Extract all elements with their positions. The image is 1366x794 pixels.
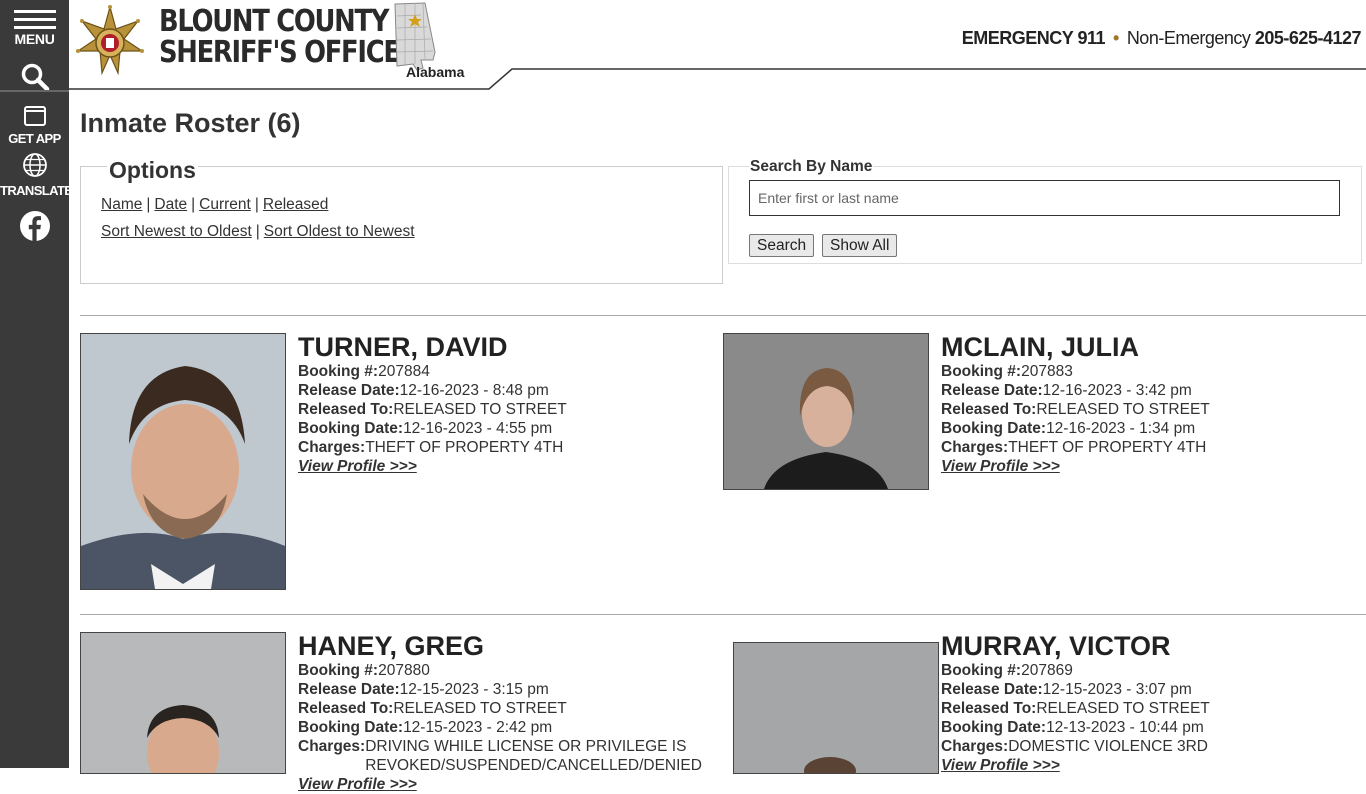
inmate-info: TURNER, DAVID Booking #:207884 Release D… bbox=[298, 333, 567, 476]
charges-row: Charges:THEFT OF PROPERTY 4TH bbox=[941, 439, 1207, 456]
phone-icon bbox=[23, 106, 46, 126]
search-icon bbox=[21, 63, 50, 92]
options-legend: Options bbox=[107, 157, 198, 184]
search-legend: Search By Name bbox=[749, 158, 874, 176]
site-title-line2: SHERIFF'S OFFICE bbox=[159, 35, 401, 70]
booking-date-row: Booking Date:12-16-2023 - 1:34 pm bbox=[941, 420, 1196, 437]
sidebar: MENU GET APP TRANSLATE bbox=[0, 0, 73, 768]
charges-row: Charges: DRIVING WHILE LICENSE OR PRIVILE… bbox=[298, 738, 702, 774]
non-emergency-number[interactable]: 205-625-4127 bbox=[1255, 28, 1362, 48]
menu-label: MENU bbox=[14, 31, 55, 47]
get-app-label: GET APP bbox=[8, 131, 61, 146]
release-date-row: Release Date:12-15-2023 - 3:15 pm bbox=[298, 681, 549, 698]
booking-number-row: Booking #:207880 bbox=[298, 662, 430, 679]
divider bbox=[80, 315, 1366, 316]
facebook-link[interactable] bbox=[0, 210, 69, 247]
release-date-row: Release Date:12-16-2023 - 3:42 pm bbox=[941, 382, 1192, 399]
link-separator: | bbox=[254, 196, 259, 213]
name-search-input[interactable] bbox=[749, 180, 1340, 216]
booking-number-row: Booking #:207884 bbox=[298, 363, 430, 380]
search-panel: Search By Name Search Show All bbox=[728, 158, 1362, 264]
inmate-photo[interactable] bbox=[80, 333, 286, 590]
inmate-info: MCLAIN, JULIA Booking #:207883 Release D… bbox=[941, 333, 1210, 476]
inmate-name: TURNER, DAVID bbox=[298, 332, 508, 362]
view-profile-link[interactable]: View Profile >>> bbox=[298, 775, 695, 794]
divider bbox=[80, 614, 1366, 615]
link-separator: | bbox=[146, 196, 151, 213]
inmate-name: MURRAY, VICTOR bbox=[941, 631, 1171, 661]
charges-row: Charges:DOMESTIC VIOLENCE 3RD bbox=[941, 738, 1208, 755]
sheriff-badge-logo bbox=[74, 4, 146, 82]
emergency-number[interactable]: EMERGENCY 911 bbox=[962, 28, 1106, 48]
view-profile-link[interactable]: View Profile >>> bbox=[941, 457, 1210, 476]
filter-name-link[interactable]: Name bbox=[101, 196, 142, 213]
facebook-icon bbox=[19, 211, 50, 241]
inmate-info: HANEY, GREG Booking #:207880 Release Dat… bbox=[298, 631, 702, 794]
site-header: BLOUNT COUNTY SHERIFF'S OFFICE Alabama E… bbox=[69, 0, 1366, 90]
menu-button[interactable]: MENU bbox=[0, 0, 69, 58]
released-to-row: Released To:RELEASED TO STREET bbox=[298, 401, 567, 418]
booking-number-row: Booking #:207869 bbox=[941, 662, 1073, 679]
filter-links: Name | Date | Current | Released bbox=[101, 196, 328, 214]
inmate-name: HANEY, GREG bbox=[298, 631, 485, 661]
view-profile-link[interactable]: View Profile >>> bbox=[941, 756, 1210, 775]
booking-number-row: Booking #:207883 bbox=[941, 363, 1073, 380]
show-all-button[interactable]: Show All bbox=[822, 234, 898, 257]
state-label: Alabama bbox=[406, 64, 465, 80]
translate-button[interactable]: TRANSLATE bbox=[0, 152, 73, 198]
charges-row: Charges:THEFT OF PROPERTY 4TH bbox=[298, 439, 564, 456]
release-date-row: Release Date:12-16-2023 - 8:48 pm bbox=[298, 382, 549, 399]
contact-info: EMERGENCY 911 • Non-Emergency 205-625-4127 bbox=[962, 28, 1362, 49]
search-button[interactable]: Search bbox=[749, 234, 815, 257]
booking-date-row: Booking Date:12-16-2023 - 4:55 pm bbox=[298, 420, 553, 437]
released-to-row: Released To:RELEASED TO STREET bbox=[941, 700, 1210, 717]
inmate-photo[interactable] bbox=[723, 333, 929, 490]
site-title-line1: BLOUNT COUNTY bbox=[159, 4, 389, 39]
view-profile-link[interactable]: View Profile >>> bbox=[298, 457, 567, 476]
sort-links: Sort Newest to Oldest | Sort Oldest to New… bbox=[101, 223, 415, 241]
site-title[interactable]: BLOUNT COUNTY SHERIFF'S OFFICE bbox=[159, 4, 401, 70]
globe-icon bbox=[22, 153, 47, 177]
filter-current-link[interactable]: Current bbox=[199, 196, 251, 213]
link-separator: | bbox=[255, 223, 260, 240]
inmate-name: MCLAIN, JULIA bbox=[941, 332, 1139, 362]
sort-newest-link[interactable]: Sort Newest to Oldest bbox=[101, 223, 252, 240]
non-emergency-label: Non-Emergency bbox=[1126, 28, 1251, 48]
released-to-row: Released To:RELEASED TO STREET bbox=[298, 700, 567, 717]
released-to-row: Released To:RELEASED TO STREET bbox=[941, 401, 1210, 418]
sidebar-divider bbox=[0, 90, 69, 92]
inmate-photo[interactable] bbox=[80, 632, 286, 774]
filter-date-link[interactable]: Date bbox=[154, 196, 187, 213]
separator-dot: • bbox=[1113, 28, 1119, 48]
page-title: Inmate Roster (6) bbox=[80, 108, 301, 138]
search-button[interactable] bbox=[0, 58, 69, 92]
get-app-button[interactable]: GET APP bbox=[0, 106, 69, 146]
booking-date-row: Booking Date:12-15-2023 - 2:42 pm bbox=[298, 719, 553, 736]
options-panel: Options Name | Date | Current | Released Sort … bbox=[80, 157, 723, 284]
release-date-row: Release Date:12-15-2023 - 3:07 pm bbox=[941, 681, 1192, 698]
inmate-photo[interactable] bbox=[733, 642, 939, 774]
sort-oldest-link[interactable]: Sort Oldest to Newest bbox=[264, 223, 415, 240]
translate-label: TRANSLATE bbox=[0, 183, 73, 198]
link-separator: | bbox=[191, 196, 196, 213]
booking-date-row: Booking Date:12-13-2023 - 10:44 pm bbox=[941, 719, 1204, 736]
inmate-info: MURRAY, VICTOR Booking #:207869 Release … bbox=[941, 632, 1210, 775]
filter-released-link[interactable]: Released bbox=[263, 196, 329, 213]
